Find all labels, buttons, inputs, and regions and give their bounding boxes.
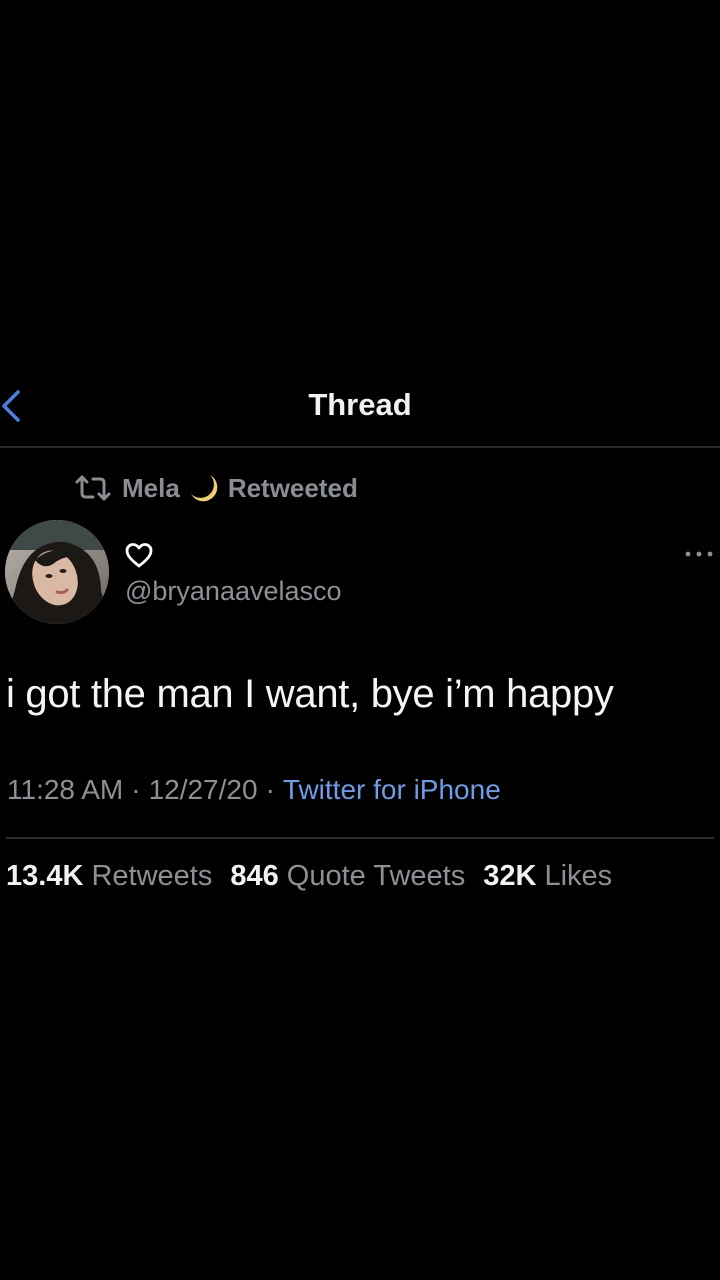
retweeter-name: Mela	[122, 472, 180, 503]
retweet-context[interactable]: Mela Retweeted	[74, 470, 358, 506]
more-horizontal-icon	[685, 551, 713, 557]
retweet-icon	[75, 475, 111, 501]
quote-tweets-stat[interactable]: 846 Quote Tweets	[230, 860, 465, 893]
tweet-stats: 13.4K Retweets 846 Quote Tweets 32K Like…	[6, 860, 612, 893]
likes-label: Likes	[544, 860, 613, 892]
profile-photo	[5, 520, 109, 624]
tweet-meta: 11:28 AM · 12/27/20 · Twitter for iPhone	[7, 774, 501, 806]
user-handle[interactable]: @bryanaavelasco	[125, 576, 342, 607]
meta-separator: ·	[265, 774, 275, 805]
page-title: Thread	[308, 387, 412, 422]
quote-tweets-count: 846	[230, 860, 279, 892]
retweets-count: 13.4K	[6, 860, 84, 892]
quote-tweets-label: Quote Tweets	[286, 860, 466, 892]
meta-separator: ·	[131, 774, 141, 805]
heart-outline-icon	[125, 543, 153, 568]
tweet-time: 11:28 AM	[7, 774, 124, 805]
retweets-stat[interactable]: 13.4K Retweets	[6, 860, 212, 893]
retweets-label: Retweets	[91, 860, 213, 892]
avatar[interactable]	[5, 520, 109, 624]
navigation-header: Thread	[0, 370, 720, 446]
retweeted-label: Retweeted	[227, 472, 358, 503]
likes-count: 32K	[483, 860, 537, 892]
tweet-date: 12/27/20	[148, 774, 258, 805]
tweet-text: i got the man I want, bye i’m happy	[6, 672, 614, 716]
header-divider	[0, 446, 720, 448]
tweet-client-link[interactable]: Twitter for iPhone	[283, 774, 501, 805]
thread-screen: Thread Mela Retweeted @bryanaavelasco i …	[0, 0, 720, 1280]
stats-divider	[6, 837, 714, 839]
more-options-button[interactable]	[683, 540, 715, 568]
crescent-moon-icon	[190, 475, 218, 502]
likes-stat[interactable]: 32K Likes	[483, 860, 612, 893]
